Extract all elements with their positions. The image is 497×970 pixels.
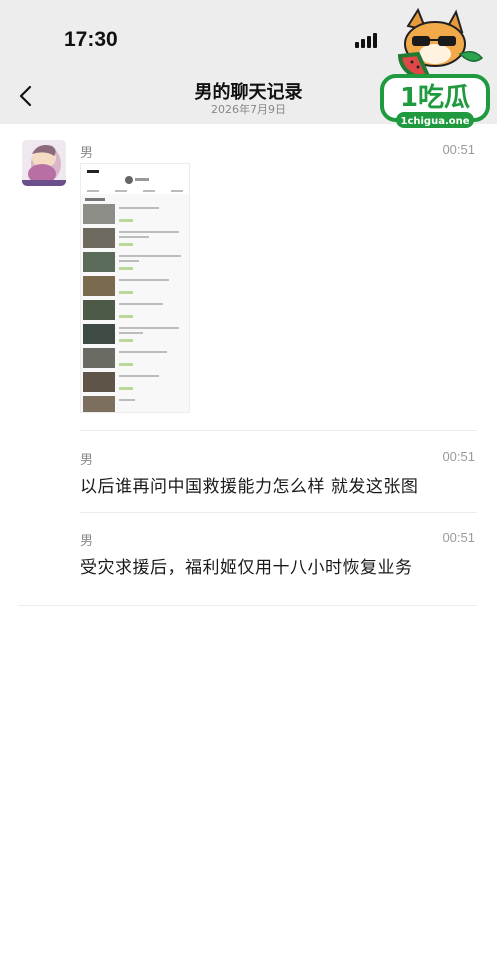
logo-text: 1吃瓜 bbox=[400, 83, 470, 113]
message-sender: 男 bbox=[80, 534, 94, 549]
message-time: 00:51 bbox=[442, 449, 475, 464]
watermark-logo: 1吃瓜 1chigua.one bbox=[378, 4, 492, 130]
divider bbox=[18, 605, 477, 606]
message-time: 00:51 bbox=[442, 142, 475, 157]
avatar[interactable] bbox=[22, 140, 66, 186]
status-time: 17:30 bbox=[64, 28, 118, 51]
divider bbox=[80, 512, 477, 513]
divider bbox=[80, 430, 477, 431]
logo-domain: 1chigua.one bbox=[400, 116, 469, 127]
message-text: 受灾求援后，福利姬仅用十八小时恢复业务 bbox=[80, 558, 413, 578]
message-sender: 男 bbox=[80, 146, 94, 161]
avatar-image bbox=[22, 140, 66, 186]
message-time: 00:51 bbox=[442, 530, 475, 545]
message-sender: 男 bbox=[80, 453, 94, 468]
message-image[interactable] bbox=[80, 163, 190, 413]
message-text: 以后谁再问中国救援能力怎么样 就发这张图 bbox=[80, 477, 419, 497]
